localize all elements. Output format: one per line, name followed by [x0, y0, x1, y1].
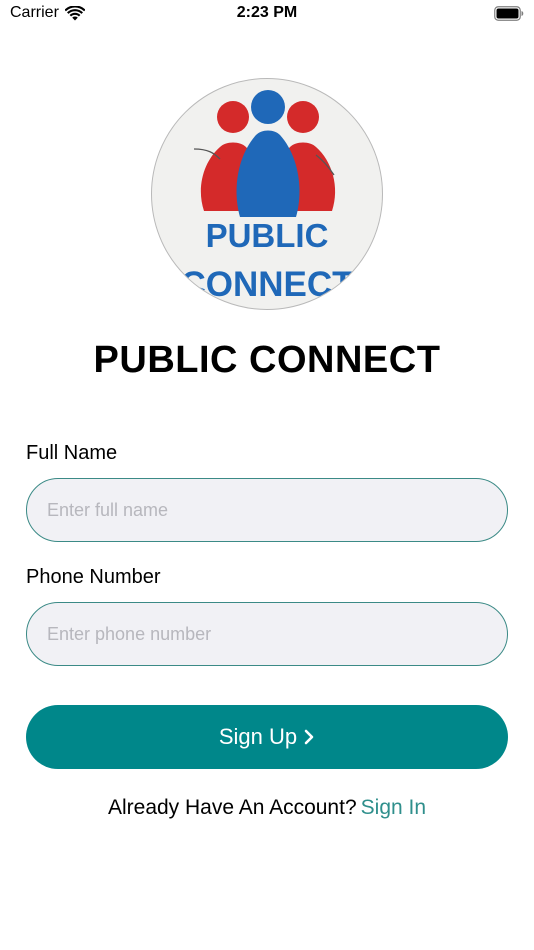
app-logo: PUBLIC CONNECT — [151, 78, 383, 310]
page-title: PUBLIC CONNECT — [93, 339, 441, 381]
sign-up-label: Sign Up — [218, 724, 298, 749]
logo-text-connect: CONNECT — [180, 265, 354, 304]
phone-number-label: Phone Number — [26, 566, 161, 588]
battery-icon — [494, 6, 524, 21]
chevron-right-icon — [304, 729, 314, 745]
sign-in-prompt: Already Have An Account? — [107, 796, 357, 819]
sign-in-link[interactable]: Sign In — [361, 796, 426, 819]
full-name-label: Full Name — [26, 442, 118, 464]
signup-screen: Carrier 2:23 PM PUBLIC CONNECT PUBLIC CO… — [0, 0, 534, 950]
sign-in-row: Already Have An Account? Sign In — [0, 796, 534, 820]
sign-up-button[interactable]: Sign Up — [26, 705, 508, 769]
full-name-input[interactable] — [26, 478, 508, 542]
logo-text-public: PUBLIC — [205, 217, 329, 254]
status-time: 2:23 PM — [236, 4, 298, 21]
status-bar: Carrier 2:23 PM — [0, 0, 534, 28]
phone-number-input[interactable] — [26, 602, 508, 666]
